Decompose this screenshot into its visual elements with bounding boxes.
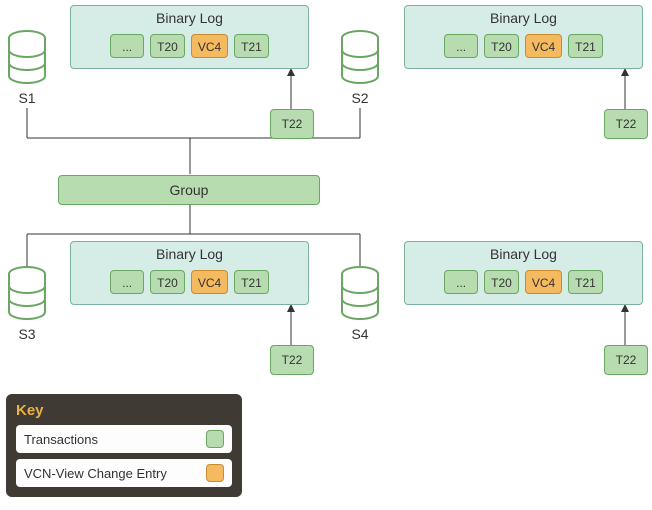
binlog-entries: ... T20 VC4 T21 xyxy=(405,266,642,304)
binlog-entry: ... xyxy=(110,34,144,58)
key-row-vcn: VCN-View Change Entry xyxy=(16,459,232,487)
key-title: Key xyxy=(16,402,232,419)
server-label-s4: S4 xyxy=(340,326,380,342)
binlog-entries: ... T20 VC4 T21 xyxy=(71,30,308,68)
binlog-entry: T21 xyxy=(234,270,269,294)
binlog-title: Binary Log xyxy=(71,6,308,30)
binlog-panel-s1: Binary Log ... T20 VC4 T21 xyxy=(70,5,309,69)
binlog-entries: ... T20 VC4 T21 xyxy=(71,266,308,304)
binlog-entry: ... xyxy=(110,270,144,294)
swatch-vc-icon xyxy=(206,464,224,482)
binlog-entry-vc: VC4 xyxy=(525,270,562,294)
binlog-title: Binary Log xyxy=(405,6,642,30)
key-panel: Key Transactions VCN-View Change Entry xyxy=(6,394,242,497)
server-label-s2: S2 xyxy=(340,90,380,106)
key-row-transactions: Transactions xyxy=(16,425,232,453)
binlog-title: Binary Log xyxy=(405,242,642,266)
pending-tx-s4: T22 xyxy=(604,345,648,375)
server-label-s1: S1 xyxy=(7,90,47,106)
binlog-entry: T20 xyxy=(150,270,185,294)
binlog-entries: ... T20 VC4 T21 xyxy=(405,30,642,68)
binlog-panel-s4: Binary Log ... T20 VC4 T21 xyxy=(404,241,643,305)
binlog-entry: T21 xyxy=(568,270,603,294)
db-icon-s4 xyxy=(340,266,380,324)
binlog-entry: ... xyxy=(444,270,478,294)
db-icon-s3 xyxy=(7,266,47,324)
binlog-entry-vc: VC4 xyxy=(525,34,562,58)
binlog-panel-s3: Binary Log ... T20 VC4 T21 xyxy=(70,241,309,305)
server-label-s3: S3 xyxy=(7,326,47,342)
binlog-title: Binary Log xyxy=(71,242,308,266)
db-icon-s1 xyxy=(7,30,47,88)
binlog-entry: T21 xyxy=(234,34,269,58)
binlog-entry-vc: VC4 xyxy=(191,34,228,58)
binlog-entry: ... xyxy=(444,34,478,58)
binlog-entry: T21 xyxy=(568,34,603,58)
binlog-entry: T20 xyxy=(150,34,185,58)
key-row-label: VCN-View Change Entry xyxy=(24,466,167,481)
db-icon-s2 xyxy=(340,30,380,88)
binlog-entry: T20 xyxy=(484,34,519,58)
pending-tx-s3: T22 xyxy=(270,345,314,375)
group-box: Group xyxy=(58,175,320,205)
binlog-panel-s2: Binary Log ... T20 VC4 T21 xyxy=(404,5,643,69)
pending-tx-s1: T22 xyxy=(270,109,314,139)
key-row-label: Transactions xyxy=(24,432,98,447)
pending-tx-s2: T22 xyxy=(604,109,648,139)
binlog-entry-vc: VC4 xyxy=(191,270,228,294)
binlog-entry: T20 xyxy=(484,270,519,294)
swatch-tx-icon xyxy=(206,430,224,448)
